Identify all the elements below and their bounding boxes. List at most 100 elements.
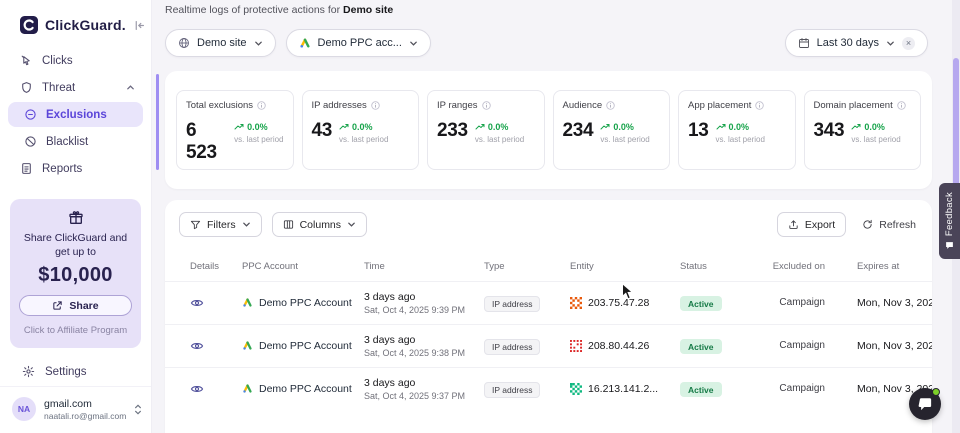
ppc-account-name: Demo PPC Account: [259, 297, 352, 309]
table-header-row: Details PPC Account Time Type Entity Sta…: [165, 247, 932, 281]
entity-cell: 16.213.141.2...: [570, 383, 680, 395]
info-icon[interactable]: [257, 101, 266, 110]
info-icon[interactable]: [606, 101, 615, 110]
clickguard-logo-icon: [20, 16, 38, 34]
info-icon[interactable]: [371, 101, 380, 110]
google-ads-icon: [242, 383, 253, 394]
app-root: ClickGuard. Clicks Threat: [0, 0, 960, 433]
clear-date-icon[interactable]: ×: [902, 37, 915, 50]
exclusions-table-panel: Filters Columns Export Refresh: [165, 200, 932, 433]
account-switcher[interactable]: NA gmail.com naatali.ro@gmail.com: [0, 386, 151, 433]
col-header-details[interactable]: Details: [190, 261, 242, 272]
ppc-account-filter-pill[interactable]: Demo PPC acc...: [286, 29, 431, 57]
refresh-button[interactable]: Refresh: [862, 219, 916, 231]
info-icon[interactable]: [755, 101, 764, 110]
date-range-pill[interactable]: Last 30 days ×: [785, 29, 928, 57]
time-cell: 3 days ago Sat, Oct 4, 2025 9:37 PM: [364, 377, 484, 401]
stat-value: 343: [814, 120, 845, 142]
sidebar-item-threat[interactable]: Threat: [8, 75, 143, 100]
sidebar: ClickGuard. Clicks Threat: [0, 0, 152, 433]
stats-panel: Total exclusions 6 523 0.0% vs. last per…: [165, 71, 932, 189]
site-filter-pill[interactable]: Demo site: [165, 29, 276, 57]
account-info: gmail.com naatali.ro@gmail.com: [44, 398, 126, 421]
sidebar-item-settings[interactable]: Settings: [0, 357, 151, 386]
sidebar-item-exclusions[interactable]: Exclusions: [8, 102, 143, 127]
stat-card-ip-ranges: IP ranges 233 0.0% vs. last period: [427, 90, 545, 170]
ban-icon: [24, 135, 37, 148]
ip-identicon: [570, 340, 582, 352]
feedback-label: Feedback: [944, 192, 955, 236]
filters-button[interactable]: Filters: [179, 212, 262, 237]
google-ads-icon: [242, 340, 253, 351]
stat-card-total-exclusions: Total exclusions 6 523 0.0% vs. last per…: [176, 90, 294, 170]
sidebar-item-clicks[interactable]: Clicks: [8, 48, 143, 73]
col-header-ppc-account[interactable]: PPC Account: [242, 261, 364, 272]
stat-value: 13: [688, 120, 709, 142]
settings-label: Settings: [45, 366, 87, 378]
trend-up-icon: [475, 123, 485, 131]
time-absolute: Sat, Oct 4, 2025 9:37 PM: [364, 391, 484, 401]
stat-delta: 0.0% vs. last period: [716, 120, 765, 144]
account-email: naatali.ro@gmail.com: [44, 411, 126, 421]
info-icon[interactable]: [482, 101, 491, 110]
col-header-type[interactable]: Type: [484, 261, 570, 272]
affiliate-link[interactable]: Click to Affiliate Program: [19, 325, 132, 336]
view-details-eye-icon[interactable]: [190, 296, 204, 310]
stat-delta: 0.0% vs. last period: [851, 120, 900, 144]
gift-icon: [19, 210, 132, 226]
status-badge: Active: [680, 296, 722, 311]
chevron-down-icon: [347, 220, 356, 229]
minus-circle-icon: [24, 108, 37, 121]
ppc-account-cell: Demo PPC Account: [242, 340, 364, 352]
subtitle-site-name: Demo site: [343, 4, 393, 16]
google-ads-icon: [242, 297, 253, 308]
chat-widget-button[interactable]: [909, 388, 941, 420]
feedback-tab[interactable]: Feedback: [939, 183, 960, 259]
stat-vs-label: vs. last period: [600, 135, 649, 144]
trend-up-icon: [716, 123, 726, 131]
filter-pills-row: Demo site Demo PPC acc... Last 30 days: [165, 29, 928, 57]
col-header-excluded-on[interactable]: Excluded on: [765, 261, 825, 273]
chevron-down-icon: [254, 39, 263, 48]
collapse-sidebar-icon[interactable]: [133, 19, 146, 32]
export-icon: [788, 219, 799, 230]
time-absolute: Sat, Oct 4, 2025 9:39 PM: [364, 305, 484, 315]
export-button[interactable]: Export: [777, 212, 846, 237]
stat-delta-value: 0.0%: [613, 122, 634, 132]
stat-delta-value: 0.0%: [729, 122, 750, 132]
type-badge: IP address: [484, 339, 540, 355]
view-details-eye-icon[interactable]: [190, 339, 204, 353]
info-icon[interactable]: [897, 101, 906, 110]
entity-value[interactable]: 16.213.141.2...: [588, 383, 658, 395]
trend-up-icon: [234, 123, 244, 131]
share-icon: [52, 300, 63, 311]
time-relative: 3 days ago: [364, 291, 484, 303]
page-subtitle: Realtime logs of protective actions for …: [165, 4, 393, 16]
stat-label: IP addresses: [312, 100, 367, 111]
chevron-down-icon: [886, 39, 895, 48]
chevron-down-icon: [242, 220, 251, 229]
refresh-icon: [862, 219, 873, 230]
excluded-on-cell: Campaign: [765, 297, 825, 308]
sidebar-item-blacklist[interactable]: Blacklist: [8, 129, 143, 154]
stat-value: 233: [437, 120, 468, 142]
columns-button[interactable]: Columns: [272, 212, 367, 237]
sidebar-spacer: [0, 348, 151, 357]
stat-value: 6 523: [186, 120, 227, 164]
view-details-eye-icon[interactable]: [190, 382, 204, 396]
sidebar-item-reports[interactable]: Reports: [8, 156, 143, 181]
scrollbar-thumb[interactable]: [953, 58, 959, 198]
columns-icon: [283, 219, 294, 230]
entity-value[interactable]: 203.75.47.28: [588, 297, 649, 309]
stat-vs-label: vs. last period: [851, 135, 900, 144]
expires-at-cell: Mon, Nov 3, 2025: [825, 340, 932, 352]
col-header-time[interactable]: Time: [364, 261, 484, 272]
col-header-expires-at[interactable]: Expires at: [825, 261, 922, 272]
time-relative: 3 days ago: [364, 334, 484, 346]
col-header-status[interactable]: Status: [680, 261, 765, 272]
entity-value[interactable]: 208.80.44.26: [588, 340, 649, 352]
share-button[interactable]: Share: [19, 295, 132, 316]
filters-button-label: Filters: [207, 219, 236, 231]
col-header-entity[interactable]: Entity: [570, 261, 680, 272]
stat-delta: 0.0% vs. last period: [234, 120, 283, 144]
